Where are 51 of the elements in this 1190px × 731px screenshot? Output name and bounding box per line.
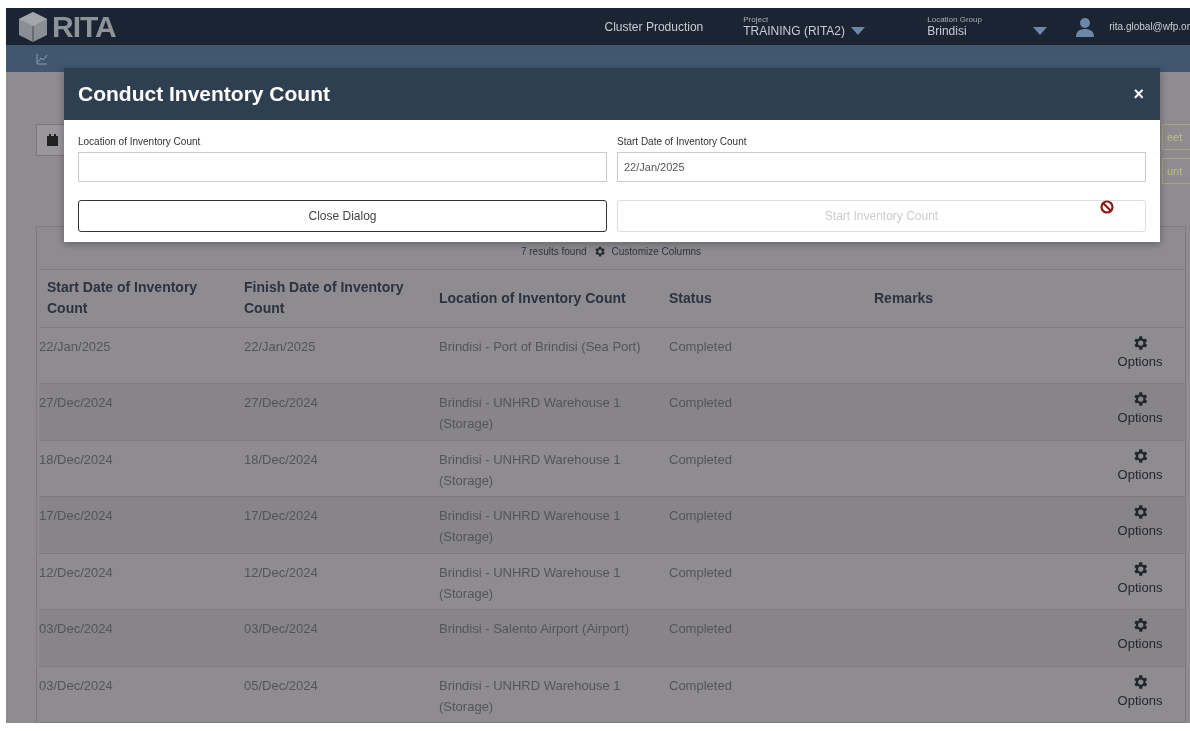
column-header: Finish Date of Inventory Count	[243, 278, 405, 318]
customize-columns-link[interactable]: Customize Columns	[611, 246, 702, 257]
user-icon	[1075, 16, 1096, 37]
options-button[interactable]: Options	[1117, 610, 1163, 666]
results-count: 7 results found	[520, 246, 587, 257]
dialog-title: Conduct Inventory Count	[78, 82, 330, 106]
field-label: Location of Inventory Count	[78, 136, 202, 147]
options-button[interactable]: Options	[1117, 384, 1163, 440]
calendar-icon	[46, 134, 58, 147]
options-button[interactable]: Options	[1117, 666, 1163, 722]
options-button[interactable]: Options	[1117, 440, 1163, 496]
table-cell-text: Completed	[668, 450, 733, 469]
cube-logo-icon	[16, 9, 50, 44]
user-email[interactable]: rita.global@wfp.or	[1109, 21, 1190, 33]
options-button[interactable]: Options	[1117, 553, 1163, 609]
table-cell-text: Brindisi - Port of Brindisi (Sea Port)	[438, 337, 642, 356]
close-button[interactable]: ×	[1127, 82, 1150, 106]
table-cell-text: 05/Dec/2024	[243, 676, 319, 695]
dialog-button[interactable]: Close Dialog	[78, 200, 607, 232]
table-cell-text: 12/Dec/2024	[39, 563, 114, 582]
cluster-link[interactable]: Cluster Production	[604, 19, 704, 34]
project-label: Project	[743, 15, 770, 25]
field-label: Start Date of Inventory Count	[617, 136, 748, 147]
caret-icon	[851, 27, 866, 36]
caret-icon	[1033, 27, 1048, 36]
table-cell-text: Completed	[668, 563, 733, 582]
column-header: Start Date of Inventory Count	[46, 278, 199, 318]
table-cell-text: 03/Dec/2024	[39, 676, 114, 695]
table-cell-text: 22/Jan/2025	[39, 337, 112, 356]
table-cell-text: Brindisi - UNHRD Warehouse 1 (Storage)	[438, 450, 622, 490]
table-cell-text: 18/Dec/2024	[39, 450, 114, 469]
column-header: Location of Inventory Count	[438, 288, 627, 308]
chart-icon[interactable]	[36, 52, 48, 65]
options-button[interactable]: Options	[1117, 497, 1163, 553]
app-logo-text: RITA	[52, 9, 116, 44]
column-header: Status	[668, 288, 713, 308]
location-group-selector[interactable]: Brindisi	[927, 24, 967, 39]
table-cell-text: Brindisi - UNHRD Warehouse 1 (Storage)	[438, 676, 622, 716]
location-group-label: Location Group	[927, 15, 983, 25]
project-selector[interactable]: TRAINING (RITA2)	[743, 24, 846, 39]
table-cell-text: Completed	[668, 676, 733, 695]
table-cell-text: 22/Jan/2025	[243, 337, 317, 356]
table-cell-text: Completed	[668, 337, 733, 356]
table-cell-text: 12/Dec/2024	[243, 563, 319, 582]
column-header: Remarks	[873, 288, 935, 308]
input-field[interactable]	[78, 152, 607, 182]
table-cell-text: 18/Dec/2024	[243, 450, 319, 469]
options-button[interactable]: Options	[1117, 327, 1163, 383]
input-field[interactable]: 22/Jan/2025	[617, 152, 1146, 182]
table-cell-text: Brindisi - UNHRD Warehouse 1 (Storage)	[438, 563, 622, 603]
not-allowed-cursor-icon	[1100, 200, 1114, 214]
